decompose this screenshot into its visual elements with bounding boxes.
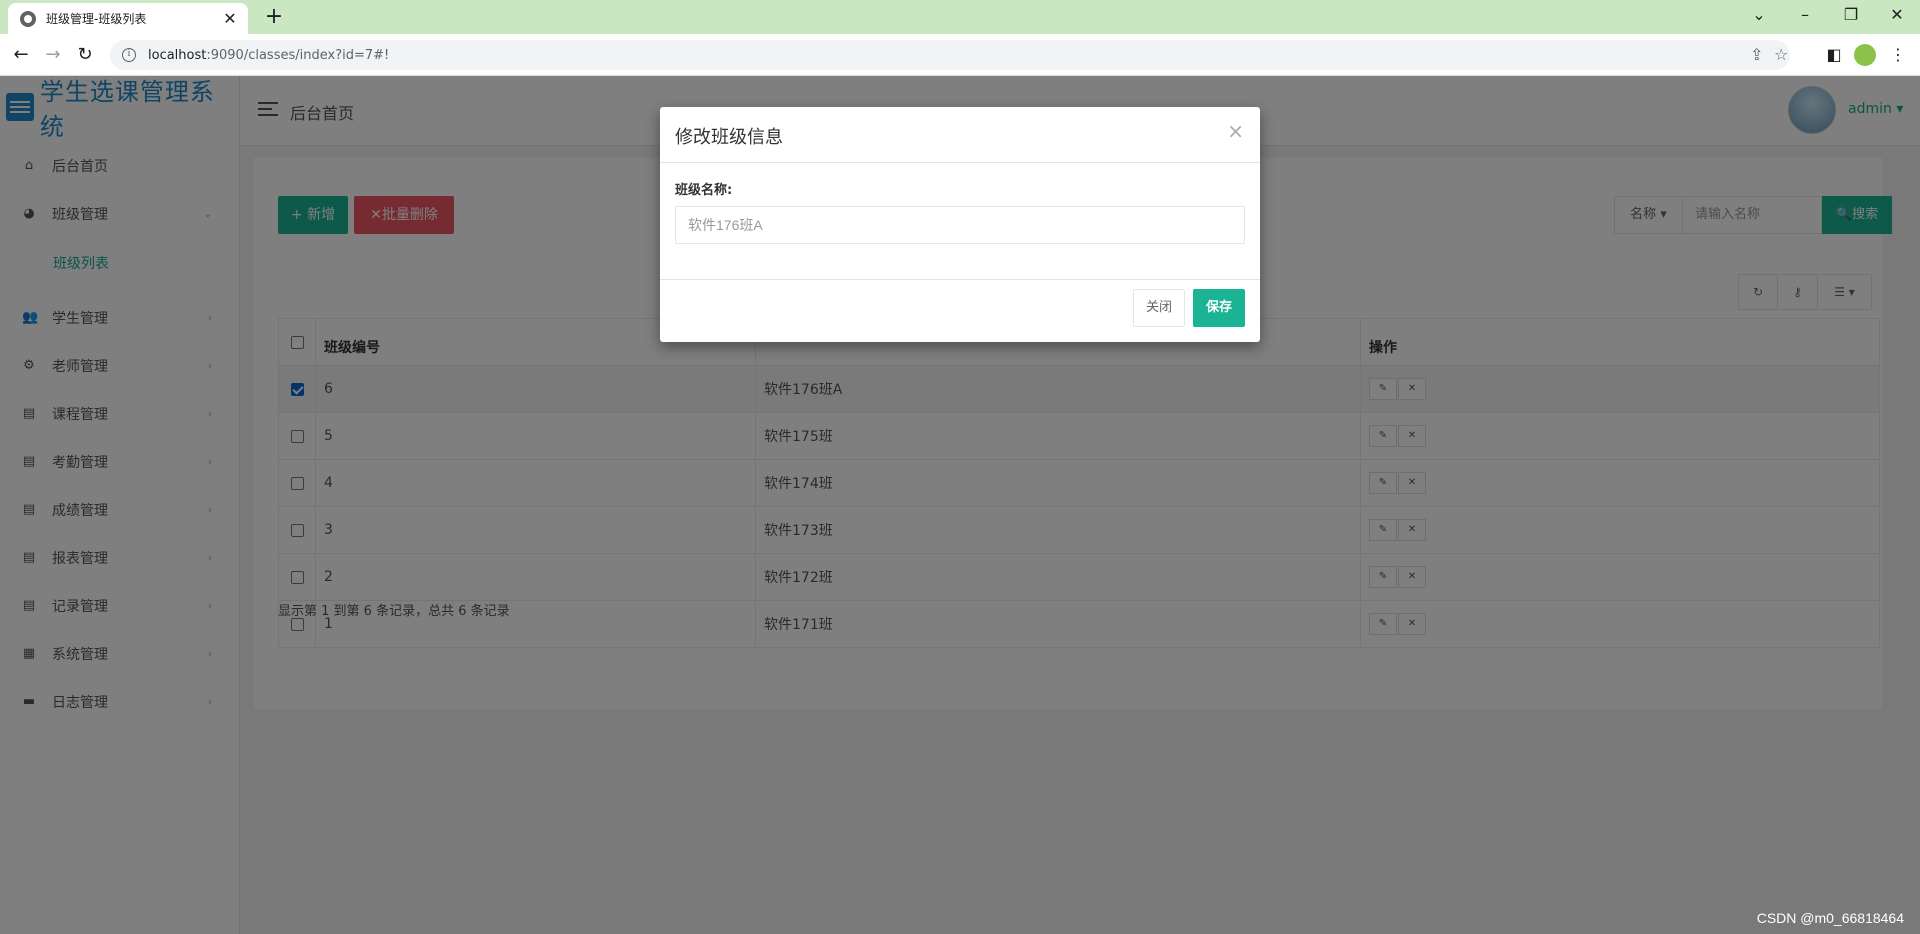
modal-footer: 关闭 保存 <box>1125 289 1245 327</box>
minimize-icon[interactable]: – <box>1790 4 1820 26</box>
save-button[interactable]: 保存 <box>1192 289 1245 327</box>
modal-header: 修改班级信息 × <box>660 107 1260 163</box>
close-button[interactable]: 关闭 <box>1132 289 1185 327</box>
close-icon[interactable]: × <box>1227 119 1244 143</box>
back-arrow-icon[interactable]: ← <box>8 43 34 67</box>
globe-icon <box>20 10 36 27</box>
browser-tab[interactable]: 班级管理-班级列表 ✕ <box>8 3 248 34</box>
bookmark-star-icon[interactable]: ☆ <box>1774 40 1788 70</box>
tab-close-icon[interactable]: ✕ <box>222 9 238 28</box>
class-name-input[interactable]: 软件176班A <box>675 206 1245 244</box>
url-host: localhost <box>148 47 207 63</box>
forward-arrow-icon[interactable]: → <box>40 43 66 67</box>
class-name-label: 班级名称: <box>675 183 733 198</box>
modal-title: 修改班级信息 <box>675 127 783 148</box>
browser-tab-strip: 班级管理-班级列表 ✕ + ⌄ – ❐ ✕ <box>0 0 1920 34</box>
edit-class-modal: 修改班级信息 × 班级名称: 软件176班A 关闭 保存 <box>660 107 1260 342</box>
share-icon[interactable]: ⇪ <box>1750 40 1763 70</box>
info-icon[interactable]: i <box>122 48 136 62</box>
watermark: CSDN @m0_66818464 <box>1756 910 1904 926</box>
kebab-menu-icon[interactable]: ⋮ <box>1886 43 1910 67</box>
new-tab-button[interactable]: + <box>260 5 288 29</box>
modal-body: 班级名称: 软件176班A <box>660 163 1260 280</box>
restore-icon[interactable]: ❐ <box>1836 4 1866 26</box>
tab-title: 班级管理-班级列表 <box>46 12 147 26</box>
close-window-icon[interactable]: ✕ <box>1882 4 1912 26</box>
url-path: :9090/classes/index?id=7#! <box>206 47 390 63</box>
profile-avatar-icon[interactable] <box>1854 44 1876 66</box>
reload-icon[interactable]: ↻ <box>72 43 98 67</box>
tab-search-chevron-icon[interactable]: ⌄ <box>1744 4 1774 26</box>
address-bar[interactable]: i localhost :9090/classes/index?id=7#! ⇪… <box>110 40 1790 70</box>
address-toolbar: ← → ↻ i localhost :9090/classes/index?id… <box>0 34 1920 76</box>
side-panel-icon[interactable]: ◧ <box>1822 43 1846 67</box>
